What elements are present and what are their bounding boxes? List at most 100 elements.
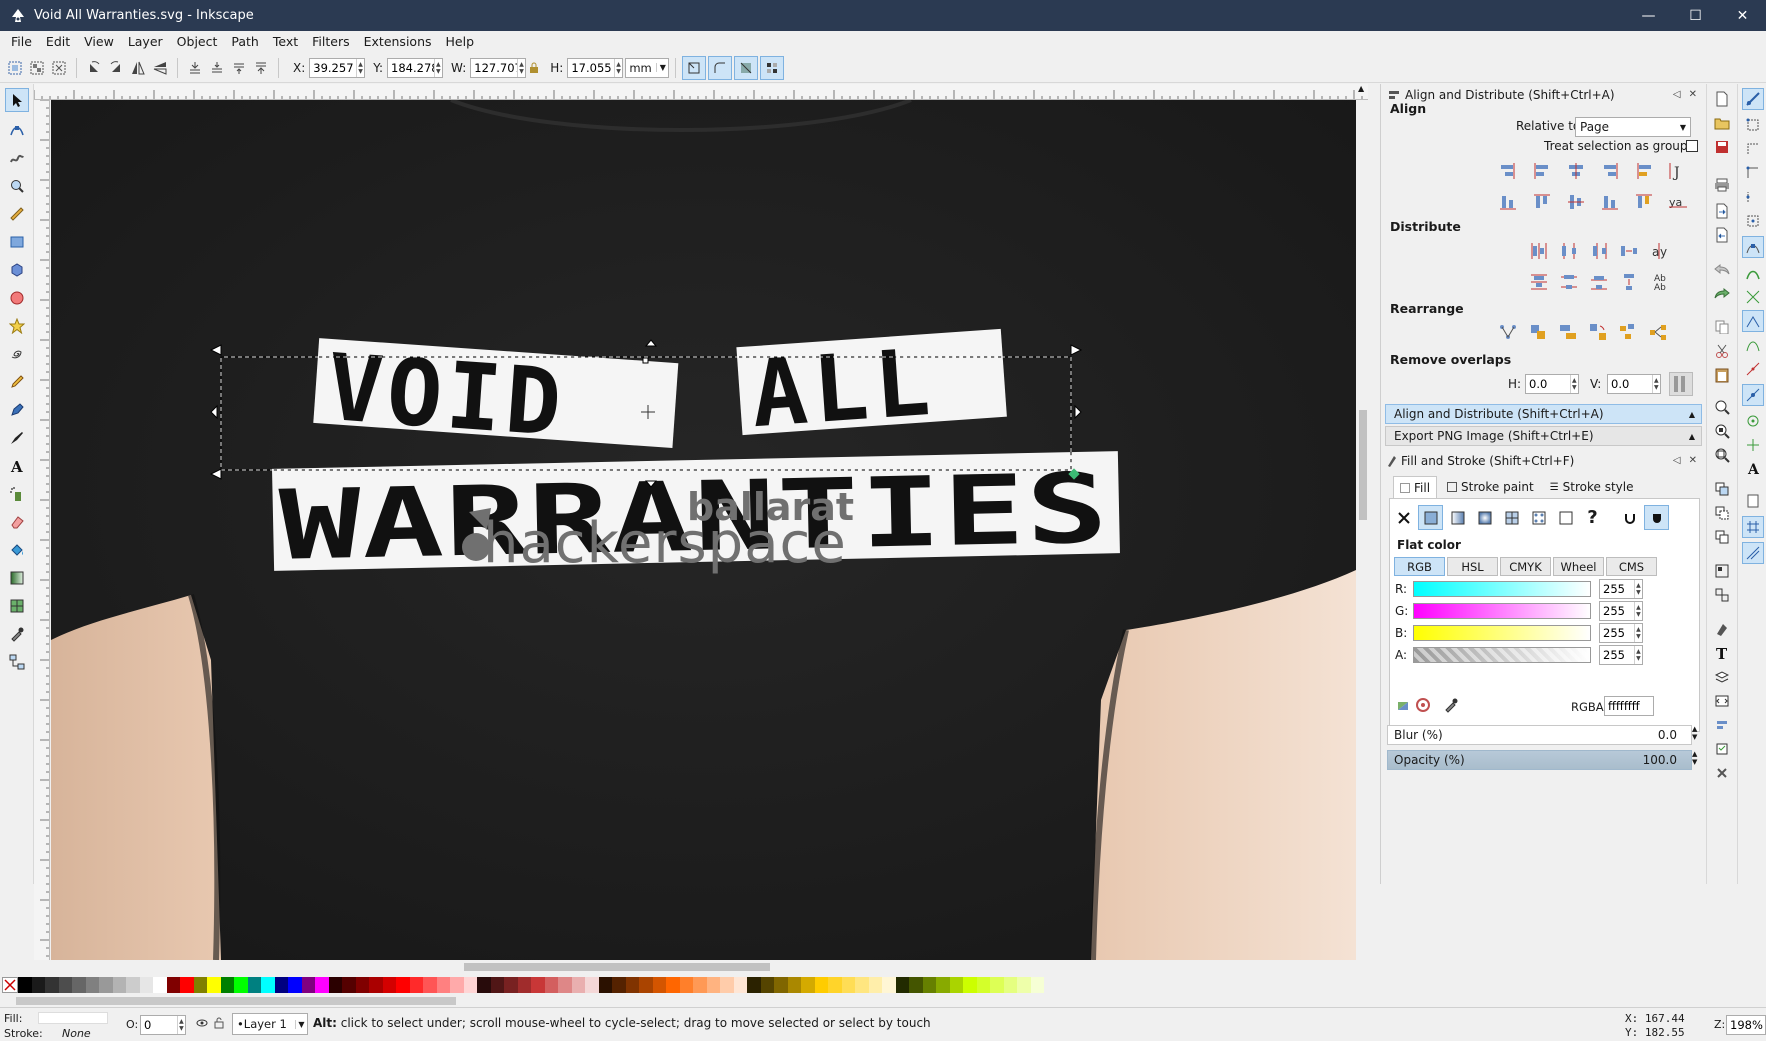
b-channel-spinbox[interactable]: ▲▼ (1599, 623, 1643, 643)
paste-icon[interactable] (1711, 364, 1733, 386)
scroll-up-icon[interactable]: ▲ (1358, 84, 1364, 93)
palette-swatch[interactable] (787, 977, 801, 993)
spray-tool-icon[interactable] (5, 482, 29, 506)
palette-swatch[interactable] (72, 977, 86, 993)
unset-paint-button[interactable]: ? (1580, 505, 1605, 530)
snap-smooth-nodes-icon[interactable] (1742, 334, 1764, 356)
mesh-gradient-button[interactable] (1499, 505, 1524, 530)
mode-cmyk[interactable]: CMYK (1500, 557, 1551, 576)
lower-icon[interactable] (206, 57, 228, 79)
opacity-slider[interactable]: Opacity (%) 100.0 (1387, 750, 1692, 770)
eraser-tool-icon[interactable] (5, 510, 29, 534)
star-tool-icon[interactable] (5, 314, 29, 338)
snap-intersection-icon[interactable] (1742, 286, 1764, 308)
distribute-middle-icon[interactable] (1557, 270, 1580, 293)
palette-swatch[interactable] (706, 977, 720, 993)
overlap-v-spinbox[interactable]: ▲▼ (1607, 374, 1661, 394)
palette-swatch[interactable] (666, 977, 680, 993)
vertical-scrollbar[interactable]: ▲ (1356, 84, 1370, 960)
distribute-left-icon[interactable] (1527, 239, 1550, 262)
palette-swatch[interactable] (45, 977, 59, 993)
fill-rule-nonzero-button[interactable] (1644, 505, 1669, 530)
snap-toggle-icon[interactable] (1742, 88, 1764, 110)
rectangle-tool-icon[interactable] (5, 230, 29, 254)
palette-swatch[interactable] (895, 977, 909, 993)
r-channel-input[interactable] (1600, 580, 1634, 598)
palette-swatch[interactable] (868, 977, 882, 993)
palette-swatch[interactable] (396, 977, 410, 993)
randomize-positions-icon[interactable] (1616, 320, 1639, 343)
no-paint-button[interactable] (1391, 505, 1416, 530)
group-icon[interactable] (1711, 560, 1733, 582)
spin-arrows-icon[interactable]: ▲ ▼ (516, 58, 526, 77)
align-bottom-icon[interactable] (1598, 190, 1621, 213)
rotate-cw-icon[interactable] (105, 57, 127, 79)
palette-swatch[interactable] (153, 977, 167, 993)
palette-swatch[interactable] (58, 977, 72, 993)
color-picker-icon[interactable] (1443, 697, 1459, 713)
menu-edit[interactable]: Edit (39, 31, 77, 53)
snap-midpoints-icon[interactable] (1742, 358, 1764, 380)
palette-swatch[interactable] (679, 977, 693, 993)
palette-swatch[interactable] (909, 977, 923, 993)
overlap-v-input[interactable] (1608, 375, 1652, 393)
palette-swatch[interactable] (544, 977, 558, 993)
menu-help[interactable]: Help (439, 31, 482, 53)
palette-swatch[interactable] (450, 977, 464, 993)
palette-swatch[interactable] (990, 977, 1004, 993)
fill-rule-evenodd-button[interactable] (1617, 505, 1642, 530)
3d-box-tool-icon[interactable] (5, 258, 29, 282)
menu-object[interactable]: Object (170, 31, 225, 53)
palette-swatch[interactable] (693, 977, 707, 993)
text-tool-icon[interactable]: A (5, 454, 29, 478)
align-dialog-icon[interactable] (1711, 714, 1733, 736)
palette-swatch[interactable] (207, 977, 221, 993)
spin-arrows-icon[interactable]: ▲ ▼ (1633, 580, 1642, 598)
export-icon[interactable] (1711, 224, 1733, 246)
no-color-swatch-icon[interactable] (2, 977, 18, 993)
menu-text[interactable]: Text (266, 31, 305, 53)
palette-swatch[interactable] (936, 977, 950, 993)
select-all-icon[interactable] (4, 57, 26, 79)
fill-stroke-dialog-icon[interactable] (1711, 618, 1733, 640)
palette-swatch[interactable] (531, 977, 545, 993)
linear-gradient-button[interactable] (1445, 505, 1470, 530)
palette-swatch[interactable] (949, 977, 963, 993)
palette-swatch[interactable] (571, 977, 585, 993)
fill-color-swatch[interactable] (38, 1012, 108, 1024)
snap-others-icon[interactable] (1742, 384, 1764, 406)
close-panel-icon[interactable]: ✕ (1689, 89, 1697, 100)
palette-swatch[interactable] (139, 977, 153, 993)
a-channel-spinbox[interactable]: ▲▼ (1599, 645, 1643, 665)
palette-swatch[interactable] (585, 977, 599, 993)
transform-gradients-toggle[interactable] (734, 55, 759, 80)
distribute-baseline-v-icon[interactable]: Ab Ab (1647, 270, 1670, 293)
node-tool-icon[interactable] (5, 118, 29, 142)
zoom-page-icon[interactable] (1711, 444, 1733, 466)
distribute-gaps-v-icon[interactable] (1617, 270, 1640, 293)
distribute-gaps-h-icon[interactable] (1617, 239, 1640, 262)
save-icon[interactable] (1711, 136, 1733, 158)
palette-swatch[interactable] (625, 977, 639, 993)
palette-swatch[interactable] (18, 977, 32, 993)
tab-fill[interactable]: Fill (1393, 476, 1438, 498)
palette-swatch[interactable] (126, 977, 140, 993)
snap-bbox-icon[interactable] (1742, 114, 1764, 136)
pattern-button[interactable] (1526, 505, 1551, 530)
unit-select[interactable]: mm ▼ (625, 57, 670, 78)
palette-swatch[interactable] (382, 977, 396, 993)
ellipse-tool-icon[interactable] (5, 286, 29, 310)
rotate-ccw-icon[interactable] (83, 57, 105, 79)
palette-scrollbar[interactable] (0, 995, 1766, 1007)
close-button[interactable]: ✕ (1719, 0, 1766, 31)
select-all-layers-icon[interactable] (26, 57, 48, 79)
snap-path-icon[interactable] (1742, 262, 1764, 284)
palette-swatch[interactable] (855, 977, 869, 993)
x-input[interactable] (310, 58, 356, 77)
lower-to-bottom-icon[interactable] (184, 57, 206, 79)
zoom-selection-icon[interactable] (1711, 396, 1733, 418)
text-font-dialog-icon[interactable]: T (1711, 642, 1733, 664)
palette-swatch[interactable] (409, 977, 423, 993)
snap-object-center-icon[interactable] (1742, 410, 1764, 432)
palette-swatch[interactable] (234, 977, 248, 993)
